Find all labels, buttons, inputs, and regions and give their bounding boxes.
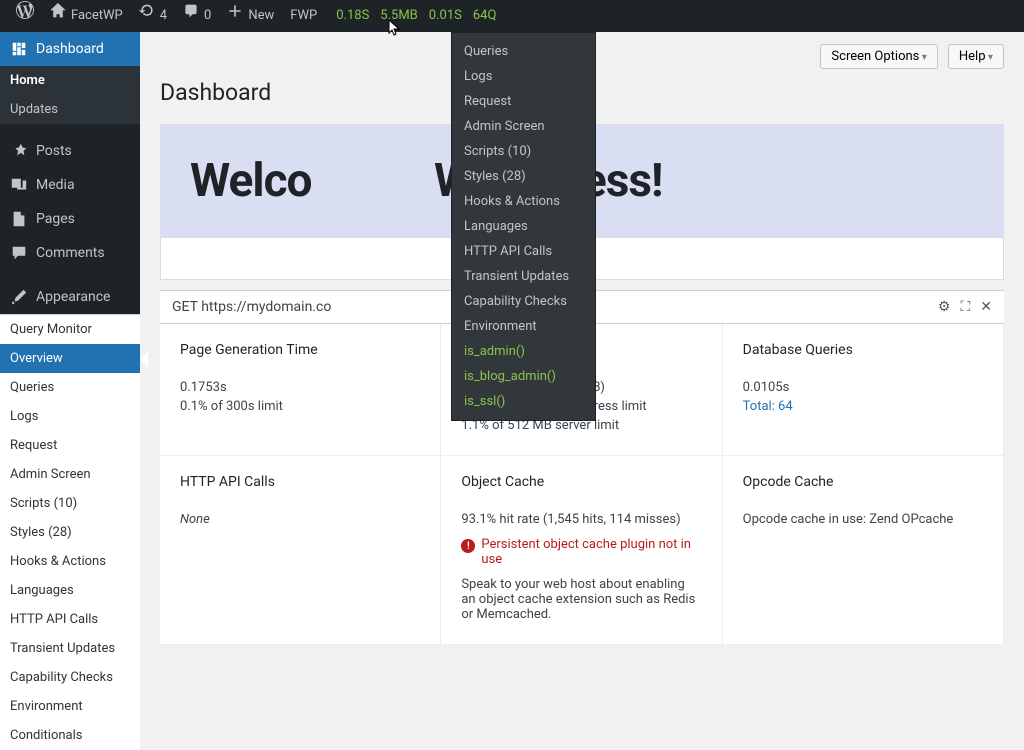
dd-environment[interactable]: Environment [452, 314, 595, 339]
qm-sidebar-request[interactable]: Request [0, 431, 140, 460]
pin-icon [10, 142, 28, 160]
main-content: Screen Options Help Dashboard Welcome to… [140, 32, 1024, 715]
qm-sidebar-overview[interactable]: Overview [0, 344, 140, 373]
qm-db-time: 0.01S [429, 0, 462, 32]
gear-icon[interactable]: ⚙ [938, 299, 951, 315]
updates-count: 4 [160, 0, 167, 32]
qm-query-count: 64Q [473, 0, 497, 32]
comments-icon [10, 244, 28, 262]
qm-sidebar-styles[interactable]: Styles (28) [0, 518, 140, 547]
new-label: New [248, 0, 274, 32]
admin-bar: FacetWP 4 0 New FWP 0.18S 5.5MB 0.01S 64… [0, 0, 1024, 32]
dd-scripts[interactable]: Scripts (10) [452, 139, 595, 164]
dd-transients[interactable]: Transient Updates [452, 264, 595, 289]
site-name[interactable]: FacetWP [42, 0, 131, 32]
qm-sidebar-transients[interactable]: Transient Updates [0, 634, 140, 663]
expand-icon[interactable]: ⛶ [960, 299, 970, 315]
cell-database-queries: Database Queries 0.0105s Total: 64 [723, 324, 1004, 456]
qm-sidebar: Query Monitor Overview Queries Logs Requ… [0, 314, 140, 750]
cell-http-api: HTTP API Calls None [160, 456, 441, 645]
dd-is-blog-admin[interactable]: is_blog_admin() [452, 364, 595, 389]
menu-posts[interactable]: Posts [0, 134, 140, 168]
pages-icon [10, 210, 28, 228]
site-title: FacetWP [71, 0, 123, 32]
cache-warning: ! Persistent object cache plugin not in … [461, 537, 701, 567]
cell-opcode-cache: Opcode Cache Opcode cache in use: Zend O… [723, 456, 1004, 645]
qm-sidebar-languages[interactable]: Languages [0, 576, 140, 605]
admin-sidebar: Dashboard Home Updates Posts Media Pages… [0, 32, 140, 715]
menu-dashboard[interactable]: Dashboard [0, 32, 140, 66]
qm-sidebar-logs[interactable]: Logs [0, 402, 140, 431]
brush-icon [10, 288, 28, 306]
help-button[interactable]: Help [948, 44, 1004, 69]
comments-link[interactable]: 0 [175, 0, 219, 32]
qm-time: 0.18S [336, 0, 369, 32]
qm-sidebar-environment[interactable]: Environment [0, 692, 140, 721]
menu-media[interactable]: Media [0, 168, 140, 202]
menu-pages[interactable]: Pages [0, 202, 140, 236]
dd-is-ssl[interactable]: is_ssl() [452, 389, 595, 414]
menu-comments[interactable]: Comments [0, 236, 140, 270]
wp-logo[interactable] [8, 0, 42, 32]
qm-sidebar-queries[interactable]: Queries [0, 373, 140, 402]
menu-dashboard-label: Dashboard [36, 41, 104, 57]
warning-icon: ! [461, 539, 475, 553]
comment-icon [183, 0, 199, 32]
qm-sidebar-scripts[interactable]: Scripts (10) [0, 489, 140, 518]
qm-sidebar-conditionals[interactable]: Conditionals [0, 721, 140, 750]
screen-options-button[interactable]: Screen Options [820, 44, 937, 69]
home-icon [50, 0, 66, 32]
wordpress-icon [16, 0, 34, 32]
dd-languages[interactable]: Languages [452, 214, 595, 239]
query-monitor-stats[interactable]: 0.18S 5.5MB 0.01S 64Q [325, 0, 507, 32]
cell-object-cache: Object Cache 93.1% hit rate (1,545 hits,… [441, 456, 722, 645]
dd-queries[interactable]: Queries [452, 39, 595, 64]
submenu-home[interactable]: Home [0, 66, 140, 95]
media-icon [10, 176, 28, 194]
dd-capability[interactable]: Capability Checks [452, 289, 595, 314]
dd-styles[interactable]: Styles (28) [452, 164, 595, 189]
close-icon[interactable]: ✕ [980, 299, 992, 315]
dd-admin-screen[interactable]: Admin Screen [452, 114, 595, 139]
qm-sidebar-title[interactable]: Query Monitor [0, 315, 140, 344]
comments-count: 0 [204, 0, 211, 32]
dd-logs[interactable]: Logs [452, 64, 595, 89]
qm-memory: 5.5MB [380, 0, 418, 32]
new-content-link[interactable]: New [219, 0, 282, 32]
qm-dropdown-menu: Queries Logs Request Admin Screen Script… [451, 32, 596, 421]
qm-sidebar-http[interactable]: HTTP API Calls [0, 605, 140, 634]
dashboard-icon [10, 40, 28, 58]
qm-sidebar-hooks[interactable]: Hooks & Actions [0, 547, 140, 576]
update-icon [139, 0, 155, 32]
dd-is-admin[interactable]: is_admin() [452, 339, 595, 364]
dd-request[interactable]: Request [452, 89, 595, 114]
total-queries-link[interactable]: Total: 64 [743, 399, 793, 414]
cell-page-generation: Page Generation Time 0.1753s 0.1% of 300… [160, 324, 441, 456]
plus-icon [227, 0, 243, 32]
qm-sidebar-admin-screen[interactable]: Admin Screen [0, 460, 140, 489]
dd-hooks[interactable]: Hooks & Actions [452, 189, 595, 214]
updates-link[interactable]: 4 [131, 0, 175, 32]
dd-http[interactable]: HTTP API Calls [452, 239, 595, 264]
qm-sidebar-capability[interactable]: Capability Checks [0, 663, 140, 692]
menu-appearance[interactable]: Appearance [0, 280, 140, 314]
fwp-link[interactable]: FWP [282, 0, 325, 32]
submenu-updates[interactable]: Updates [0, 95, 140, 124]
